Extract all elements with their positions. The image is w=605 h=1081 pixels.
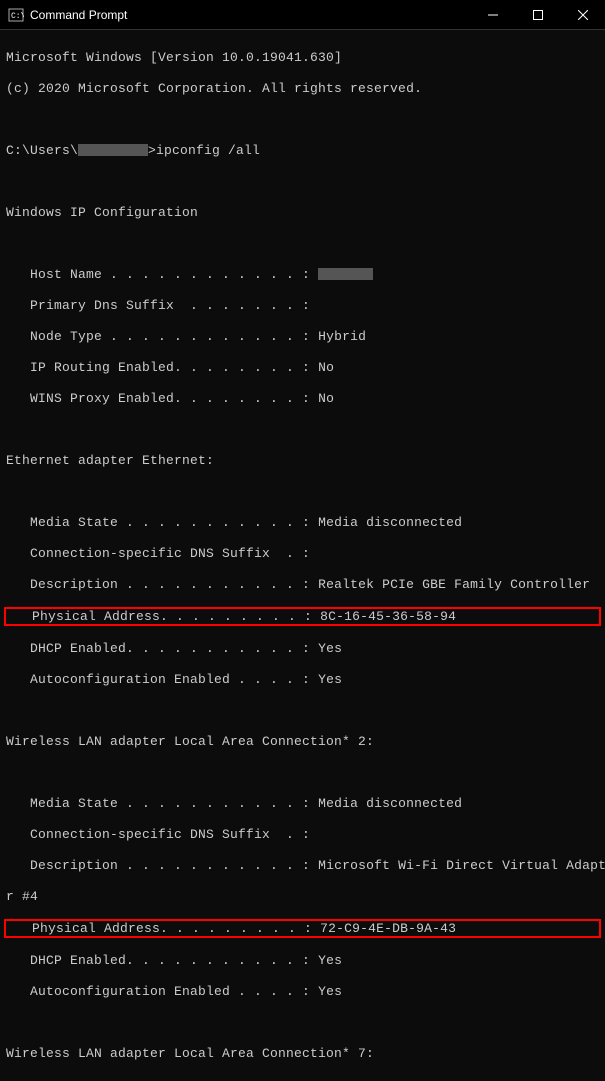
eth-media-row: Media State . . . . . . . . . . . : Medi… — [6, 515, 599, 531]
wlan2-autoconf-row: Autoconfiguration Enabled . . . . : Yes — [6, 984, 599, 1000]
ethernet-header: Ethernet adapter Ethernet: — [6, 453, 599, 469]
ipconfig-title: Windows IP Configuration — [6, 205, 599, 221]
svg-text:C:\: C:\ — [11, 12, 24, 21]
command-text: ipconfig /all — [156, 143, 260, 158]
wlan2-dns-suffix-row: Connection-specific DNS Suffix . : — [6, 827, 599, 843]
hostname-row: Host Name . . . . . . . . . . . . : — [6, 267, 599, 283]
eth-dns-suffix-row: Connection-specific DNS Suffix . : — [6, 546, 599, 562]
close-button[interactable] — [560, 0, 605, 29]
wlan2-dhcp-row: DHCP Enabled. . . . . . . . . . . : Yes — [6, 953, 599, 969]
eth-autoconf-row: Autoconfiguration Enabled . . . . : Yes — [6, 672, 599, 688]
prompt-prefix: C:\Users\ — [6, 143, 78, 158]
eth-mac-address: 8C-16-45-36-58-94 — [320, 609, 456, 624]
prompt-line: C:\Users\ >ipconfig /all — [6, 143, 599, 159]
eth-desc-row: Description . . . . . . . . . . . : Real… — [6, 577, 599, 593]
eth-dhcp-row: DHCP Enabled. . . . . . . . . . . : Yes — [6, 641, 599, 657]
wins-proxy-row: WINS Proxy Enabled. . . . . . . . : No — [6, 391, 599, 407]
minimize-button[interactable] — [470, 0, 515, 29]
window-titlebar: C:\ Command Prompt — [0, 0, 605, 30]
redacted-username — [78, 144, 148, 156]
version-line: Microsoft Windows [Version 10.0.19041.63… — [6, 50, 599, 66]
eth-physical-address-highlight: Physical Address. . . . . . . . . : 8C-1… — [4, 607, 601, 627]
wlan2-mac-address: 72-C9-4E-DB-9A-43 — [320, 921, 456, 936]
copyright-line: (c) 2020 Microsoft Corporation. All righ… — [6, 81, 599, 97]
window-controls — [470, 0, 605, 29]
terminal-output[interactable]: Microsoft Windows [Version 10.0.19041.63… — [0, 30, 605, 1081]
wlan2-header: Wireless LAN adapter Local Area Connecti… — [6, 734, 599, 750]
window-title: Command Prompt — [30, 8, 470, 22]
maximize-button[interactable] — [515, 0, 560, 29]
wlan7-header: Wireless LAN adapter Local Area Connecti… — [6, 1046, 599, 1062]
primary-dns-row: Primary Dns Suffix . . . . . . . : — [6, 298, 599, 314]
ip-routing-row: IP Routing Enabled. . . . . . . . : No — [6, 360, 599, 376]
wlan2-physical-address-highlight: Physical Address. . . . . . . . . : 72-C… — [4, 919, 601, 939]
node-type-row: Node Type . . . . . . . . . . . . : Hybr… — [6, 329, 599, 345]
redacted-hostname — [318, 268, 373, 280]
wlan2-desc-continuation: r #4 — [6, 889, 599, 905]
wlan2-media-row: Media State . . . . . . . . . . . : Medi… — [6, 796, 599, 812]
wlan2-desc-row: Description . . . . . . . . . . . : Micr… — [6, 858, 599, 874]
prompt-suffix: > — [148, 143, 156, 158]
cmd-icon: C:\ — [8, 7, 24, 23]
